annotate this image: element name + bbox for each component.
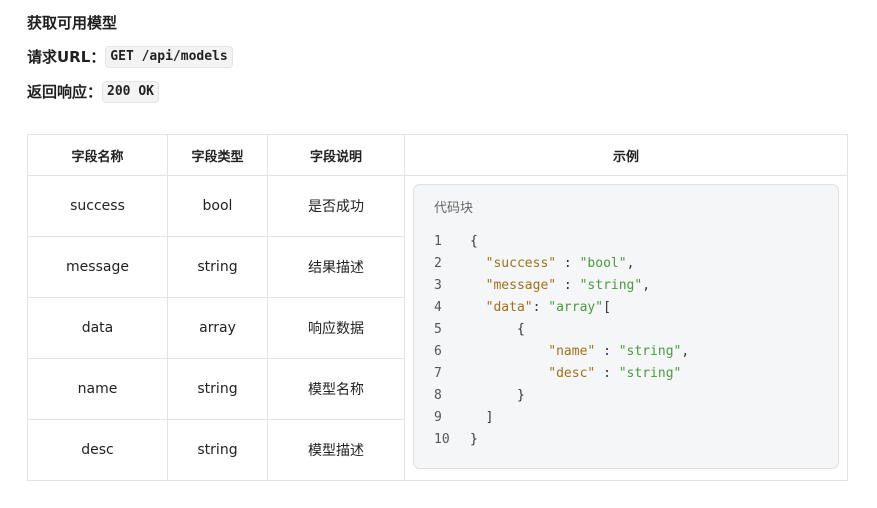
code-line: 1{ [434, 231, 822, 253]
header-field-desc: 字段说明 [267, 134, 405, 176]
section-heading: 获取可用模型 [27, 14, 118, 32]
cell-field-name: message [27, 236, 168, 298]
request-url-code: GET /api/models [105, 46, 233, 68]
code-token: "string" [579, 278, 643, 293]
code-token: ] [470, 410, 494, 425]
line-code: "success" : "bool", [470, 253, 635, 275]
api-doc-page: 获取可用模型 请求URL： GET /api/models 返回响应： 200 … [0, 0, 877, 508]
line-code: { [470, 319, 525, 341]
code-line: 8 } [434, 385, 822, 407]
code-line: 2 "success" : "bool", [434, 253, 822, 275]
code-token: : [556, 278, 580, 293]
code-token: "data" [485, 300, 533, 315]
code-line: 3 "message" : "string", [434, 275, 822, 297]
cell-field-desc: 是否成功 [267, 175, 405, 237]
request-url-label: 请求URL： [27, 48, 106, 66]
code-token: "bool" [579, 256, 627, 271]
cell-field-name: desc [27, 419, 168, 481]
line-code: } [470, 385, 525, 407]
code-line: 10} [434, 429, 822, 451]
line-code: "data": "array"[ [470, 297, 611, 319]
code-token: : [595, 344, 619, 359]
code-token: { [470, 322, 525, 337]
header-example: 示例 [404, 134, 848, 176]
cell-field-type: string [167, 236, 268, 298]
code-token: "name" [548, 344, 596, 359]
line-number: 3 [434, 278, 442, 293]
line-number: 6 [434, 344, 442, 359]
code-block-title: 代码块 [434, 201, 474, 216]
response-code: 200 OK [102, 81, 159, 103]
line-code: "message" : "string", [470, 275, 650, 297]
code-token: "success" [485, 256, 557, 271]
line-number: 9 [434, 410, 442, 425]
code-token: } [470, 432, 478, 447]
code-token: , [642, 278, 651, 293]
code-token: "string" [618, 366, 682, 381]
line-code: { [470, 231, 478, 253]
cell-field-type: array [167, 297, 268, 359]
cell-field-name: success [27, 175, 168, 237]
cell-field-type: string [167, 358, 268, 420]
code-token: , [681, 344, 690, 359]
code-token: "message" [485, 278, 557, 293]
cell-field-type: bool [167, 175, 268, 237]
header-field-name: 字段名称 [27, 134, 168, 176]
example-cell: 代码块 1{2 "success" : "bool", 3 "message" :… [404, 175, 848, 481]
code-line: 4 "data": "array"[ [434, 297, 822, 319]
code-token: : [595, 366, 619, 381]
line-number: 7 [434, 366, 442, 381]
request-url-line: 请求URL： GET /api/models [27, 46, 233, 68]
code-token: : [556, 256, 580, 271]
cell-field-type: string [167, 419, 268, 481]
code-line: 7 "desc" : "string" [434, 363, 822, 385]
code-token: [ [603, 300, 611, 315]
table-row: success bool 是否成功 代码块 1{2 "success" : "b… [27, 175, 848, 481]
line-number: 5 [434, 322, 442, 337]
line-code: } [470, 429, 478, 451]
code-token: "array" [548, 300, 604, 315]
cell-field-name: name [27, 358, 168, 420]
code-line: 5 { [434, 319, 822, 341]
fields-table: 字段名称 字段类型 字段说明 示例 success bool 是否成功 代码块 … [27, 134, 848, 481]
line-code: ] [470, 407, 494, 429]
line-number: 8 [434, 388, 442, 403]
code-token: , [626, 256, 635, 271]
line-code: "name" : "string", [470, 341, 689, 363]
code-token: "desc" [548, 366, 596, 381]
code-line: 6 "name" : "string", [434, 341, 822, 363]
code-token: } [470, 388, 525, 403]
code-line: 9 ] [434, 407, 822, 429]
table-header-row: 字段名称 字段类型 字段说明 示例 [27, 134, 848, 176]
cell-field-name: data [27, 297, 168, 359]
response-line: 返回响应： 200 OK [27, 81, 159, 103]
code-lines: 1{2 "success" : "bool", 3 "message" : "st… [434, 231, 822, 451]
header-field-type: 字段类型 [167, 134, 268, 176]
code-token: "string" [618, 344, 682, 359]
line-number: 4 [434, 300, 442, 315]
response-label: 返回响应： [27, 83, 103, 101]
code-token: : [532, 300, 549, 315]
code-token: { [470, 234, 478, 249]
cell-field-desc: 模型名称 [267, 358, 405, 420]
line-number: 1 [434, 234, 442, 249]
line-number: 2 [434, 256, 442, 271]
cell-field-desc: 响应数据 [267, 297, 405, 359]
cell-field-desc: 结果描述 [267, 236, 405, 298]
line-code: "desc" : "string" [470, 363, 681, 385]
line-number: 10 [434, 432, 450, 447]
code-block: 代码块 1{2 "success" : "bool", 3 "message" :… [413, 184, 839, 469]
cell-field-desc: 模型描述 [267, 419, 405, 481]
